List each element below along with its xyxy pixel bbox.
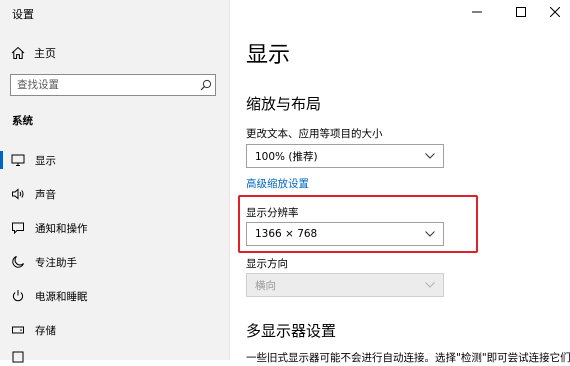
scale-value: 100% (推荐) bbox=[255, 150, 318, 163]
scale-label: 更改文本、应用等项目的大小 bbox=[246, 128, 383, 140]
notification-icon bbox=[10, 220, 26, 236]
sidebar-item-label: 显示 bbox=[35, 154, 56, 167]
orientation-value: 横向 bbox=[255, 279, 276, 292]
section-title-scale-layout: 缩放与布局 bbox=[246, 95, 322, 113]
app-title: 设置 bbox=[12, 8, 34, 21]
maximize-button[interactable] bbox=[504, 0, 538, 24]
orientation-label: 显示方向 bbox=[246, 258, 288, 270]
sidebar-item-label: 专注助手 bbox=[35, 256, 77, 269]
orientation-dropdown[interactable]: 横向 bbox=[246, 273, 444, 297]
sidebar-item-storage[interactable]: 存储 bbox=[0, 315, 228, 345]
section-title-multi-display: 多显示器设置 bbox=[246, 322, 337, 340]
sidebar-item-sound[interactable]: 声音 bbox=[0, 179, 228, 209]
monitor-icon bbox=[10, 152, 26, 168]
sidebar-item-label: 电源和睡眠 bbox=[35, 290, 88, 303]
sidebar-item-label: 声音 bbox=[35, 188, 56, 201]
home-label: 主页 bbox=[34, 47, 56, 60]
tablet-icon bbox=[10, 348, 26, 364]
sidebar-item-notifications[interactable]: 通知和操作 bbox=[0, 213, 228, 243]
chevron-down-icon bbox=[425, 228, 435, 240]
maximize-icon bbox=[516, 7, 526, 17]
scrollbar[interactable] bbox=[556, 0, 570, 360]
search-icon[interactable] bbox=[197, 76, 215, 94]
power-icon bbox=[10, 288, 26, 304]
sidebar-item-focus-assist[interactable]: 专注助手 bbox=[0, 247, 228, 277]
chevron-down-icon bbox=[425, 279, 435, 291]
resolution-dropdown[interactable]: 1366 × 768 bbox=[246, 222, 444, 246]
resolution-value: 1366 × 768 bbox=[255, 228, 318, 240]
storage-icon bbox=[10, 322, 26, 338]
multi-display-description: 一些旧式显示器可能不会进行自动连接。选择"检测"即可尝试连接它们。 bbox=[246, 352, 570, 364]
section-label-system: 系统 bbox=[12, 115, 33, 127]
sidebar-item-label: 通知和操作 bbox=[35, 222, 88, 235]
resolution-label: 显示分辨率 bbox=[246, 207, 299, 219]
sidebar: 设置 主页 系统 显示 声音 通知和操作 专注助手 bbox=[0, 0, 230, 363]
sidebar-item-partial[interactable] bbox=[0, 346, 228, 366]
advanced-scaling-link[interactable]: 高级缩放设置 bbox=[246, 176, 309, 191]
search-box[interactable] bbox=[10, 74, 216, 96]
page-title: 显示 bbox=[246, 43, 291, 68]
chevron-down-icon bbox=[425, 150, 435, 162]
sidebar-item-label: 存储 bbox=[35, 324, 56, 337]
home-nav-item[interactable]: 主页 bbox=[10, 43, 56, 63]
search-input[interactable] bbox=[11, 76, 197, 94]
minimize-button[interactable] bbox=[460, 0, 494, 24]
scale-dropdown[interactable]: 100% (推荐) bbox=[246, 144, 444, 168]
minimize-icon bbox=[472, 11, 482, 13]
sidebar-item-power-sleep[interactable]: 电源和睡眠 bbox=[0, 281, 228, 311]
home-icon bbox=[10, 45, 26, 61]
speaker-icon bbox=[10, 186, 26, 202]
moon-icon bbox=[10, 254, 26, 270]
sidebar-item-display[interactable]: 显示 bbox=[0, 145, 228, 175]
